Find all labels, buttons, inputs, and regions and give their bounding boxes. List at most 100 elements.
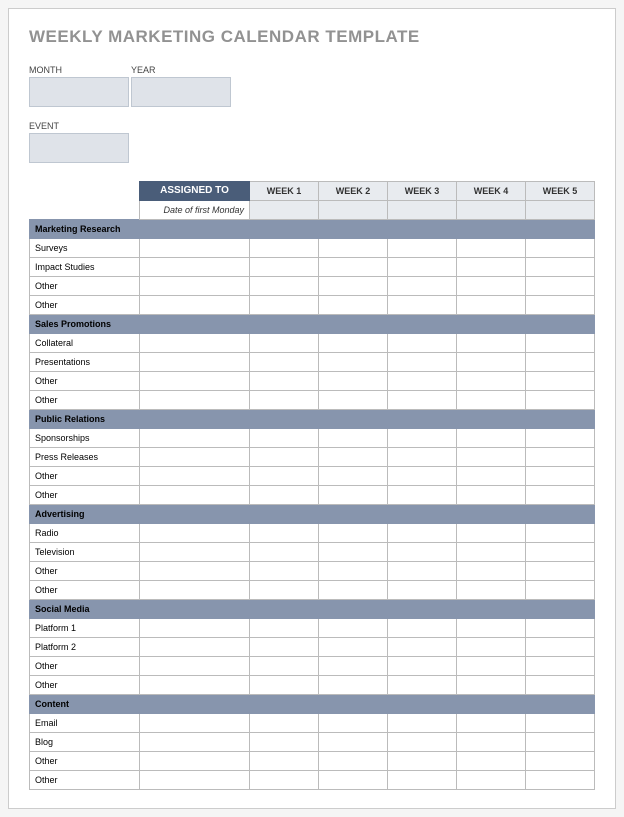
week-cell[interactable] bbox=[526, 543, 595, 562]
week-cell[interactable] bbox=[526, 752, 595, 771]
assigned-cell[interactable] bbox=[140, 391, 250, 410]
week-cell[interactable] bbox=[250, 486, 319, 505]
week-cell[interactable] bbox=[526, 429, 595, 448]
assigned-cell[interactable] bbox=[140, 429, 250, 448]
week-cell[interactable] bbox=[319, 562, 388, 581]
week-cell[interactable] bbox=[388, 676, 457, 695]
assigned-cell[interactable] bbox=[140, 353, 250, 372]
week-cell[interactable] bbox=[457, 486, 526, 505]
week-cell[interactable] bbox=[457, 714, 526, 733]
date-cell-5[interactable] bbox=[526, 201, 595, 220]
assigned-cell[interactable] bbox=[140, 619, 250, 638]
assigned-cell[interactable] bbox=[140, 334, 250, 353]
week-cell[interactable] bbox=[526, 714, 595, 733]
week-cell[interactable] bbox=[526, 296, 595, 315]
week-cell[interactable] bbox=[457, 771, 526, 790]
week-cell[interactable] bbox=[526, 334, 595, 353]
week-cell[interactable] bbox=[319, 277, 388, 296]
week-cell[interactable] bbox=[526, 258, 595, 277]
assigned-cell[interactable] bbox=[140, 733, 250, 752]
week-cell[interactable] bbox=[250, 391, 319, 410]
week-cell[interactable] bbox=[250, 524, 319, 543]
week-cell[interactable] bbox=[526, 448, 595, 467]
week-cell[interactable] bbox=[526, 486, 595, 505]
year-input[interactable] bbox=[131, 77, 231, 107]
week-cell[interactable] bbox=[457, 581, 526, 600]
week-cell[interactable] bbox=[250, 277, 319, 296]
assigned-cell[interactable] bbox=[140, 239, 250, 258]
assigned-cell[interactable] bbox=[140, 543, 250, 562]
week-cell[interactable] bbox=[457, 448, 526, 467]
month-input[interactable] bbox=[29, 77, 129, 107]
week-cell[interactable] bbox=[250, 676, 319, 695]
assigned-cell[interactable] bbox=[140, 258, 250, 277]
week-cell[interactable] bbox=[319, 353, 388, 372]
week-cell[interactable] bbox=[319, 391, 388, 410]
week-cell[interactable] bbox=[457, 619, 526, 638]
week-cell[interactable] bbox=[388, 638, 457, 657]
week-cell[interactable] bbox=[250, 467, 319, 486]
week-cell[interactable] bbox=[319, 581, 388, 600]
assigned-cell[interactable] bbox=[140, 714, 250, 733]
week-cell[interactable] bbox=[388, 562, 457, 581]
week-cell[interactable] bbox=[319, 429, 388, 448]
date-cell-1[interactable] bbox=[250, 201, 319, 220]
week-cell[interactable] bbox=[457, 638, 526, 657]
week-cell[interactable] bbox=[250, 657, 319, 676]
week-cell[interactable] bbox=[250, 733, 319, 752]
week-cell[interactable] bbox=[457, 334, 526, 353]
week-cell[interactable] bbox=[319, 638, 388, 657]
week-cell[interactable] bbox=[388, 524, 457, 543]
week-cell[interactable] bbox=[526, 239, 595, 258]
week-cell[interactable] bbox=[457, 277, 526, 296]
week-cell[interactable] bbox=[388, 543, 457, 562]
week-cell[interactable] bbox=[250, 429, 319, 448]
week-cell[interactable] bbox=[526, 391, 595, 410]
assigned-cell[interactable] bbox=[140, 771, 250, 790]
week-cell[interactable] bbox=[526, 676, 595, 695]
week-cell[interactable] bbox=[457, 562, 526, 581]
week-cell[interactable] bbox=[388, 372, 457, 391]
week-cell[interactable] bbox=[319, 752, 388, 771]
week-cell[interactable] bbox=[457, 429, 526, 448]
week-cell[interactable] bbox=[526, 524, 595, 543]
week-cell[interactable] bbox=[250, 239, 319, 258]
week-cell[interactable] bbox=[388, 486, 457, 505]
week-cell[interactable] bbox=[388, 258, 457, 277]
week-cell[interactable] bbox=[457, 657, 526, 676]
week-cell[interactable] bbox=[319, 486, 388, 505]
week-cell[interactable] bbox=[388, 657, 457, 676]
week-cell[interactable] bbox=[250, 771, 319, 790]
assigned-cell[interactable] bbox=[140, 676, 250, 695]
week-cell[interactable] bbox=[319, 258, 388, 277]
date-cell-2[interactable] bbox=[319, 201, 388, 220]
week-cell[interactable] bbox=[319, 771, 388, 790]
week-cell[interactable] bbox=[388, 714, 457, 733]
week-cell[interactable] bbox=[319, 296, 388, 315]
week-cell[interactable] bbox=[250, 638, 319, 657]
week-cell[interactable] bbox=[526, 372, 595, 391]
date-cell-4[interactable] bbox=[457, 201, 526, 220]
week-cell[interactable] bbox=[388, 239, 457, 258]
week-cell[interactable] bbox=[319, 239, 388, 258]
week-cell[interactable] bbox=[388, 771, 457, 790]
week-cell[interactable] bbox=[457, 467, 526, 486]
week-cell[interactable] bbox=[319, 714, 388, 733]
week-cell[interactable] bbox=[457, 258, 526, 277]
week-cell[interactable] bbox=[388, 277, 457, 296]
week-cell[interactable] bbox=[457, 733, 526, 752]
week-cell[interactable] bbox=[319, 657, 388, 676]
week-cell[interactable] bbox=[526, 353, 595, 372]
week-cell[interactable] bbox=[457, 391, 526, 410]
week-cell[interactable] bbox=[319, 467, 388, 486]
assigned-cell[interactable] bbox=[140, 657, 250, 676]
week-cell[interactable] bbox=[388, 429, 457, 448]
week-cell[interactable] bbox=[457, 543, 526, 562]
week-cell[interactable] bbox=[457, 372, 526, 391]
week-cell[interactable] bbox=[250, 752, 319, 771]
assigned-cell[interactable] bbox=[140, 296, 250, 315]
week-cell[interactable] bbox=[388, 581, 457, 600]
week-cell[interactable] bbox=[388, 391, 457, 410]
week-cell[interactable] bbox=[457, 353, 526, 372]
event-input[interactable] bbox=[29, 133, 129, 163]
